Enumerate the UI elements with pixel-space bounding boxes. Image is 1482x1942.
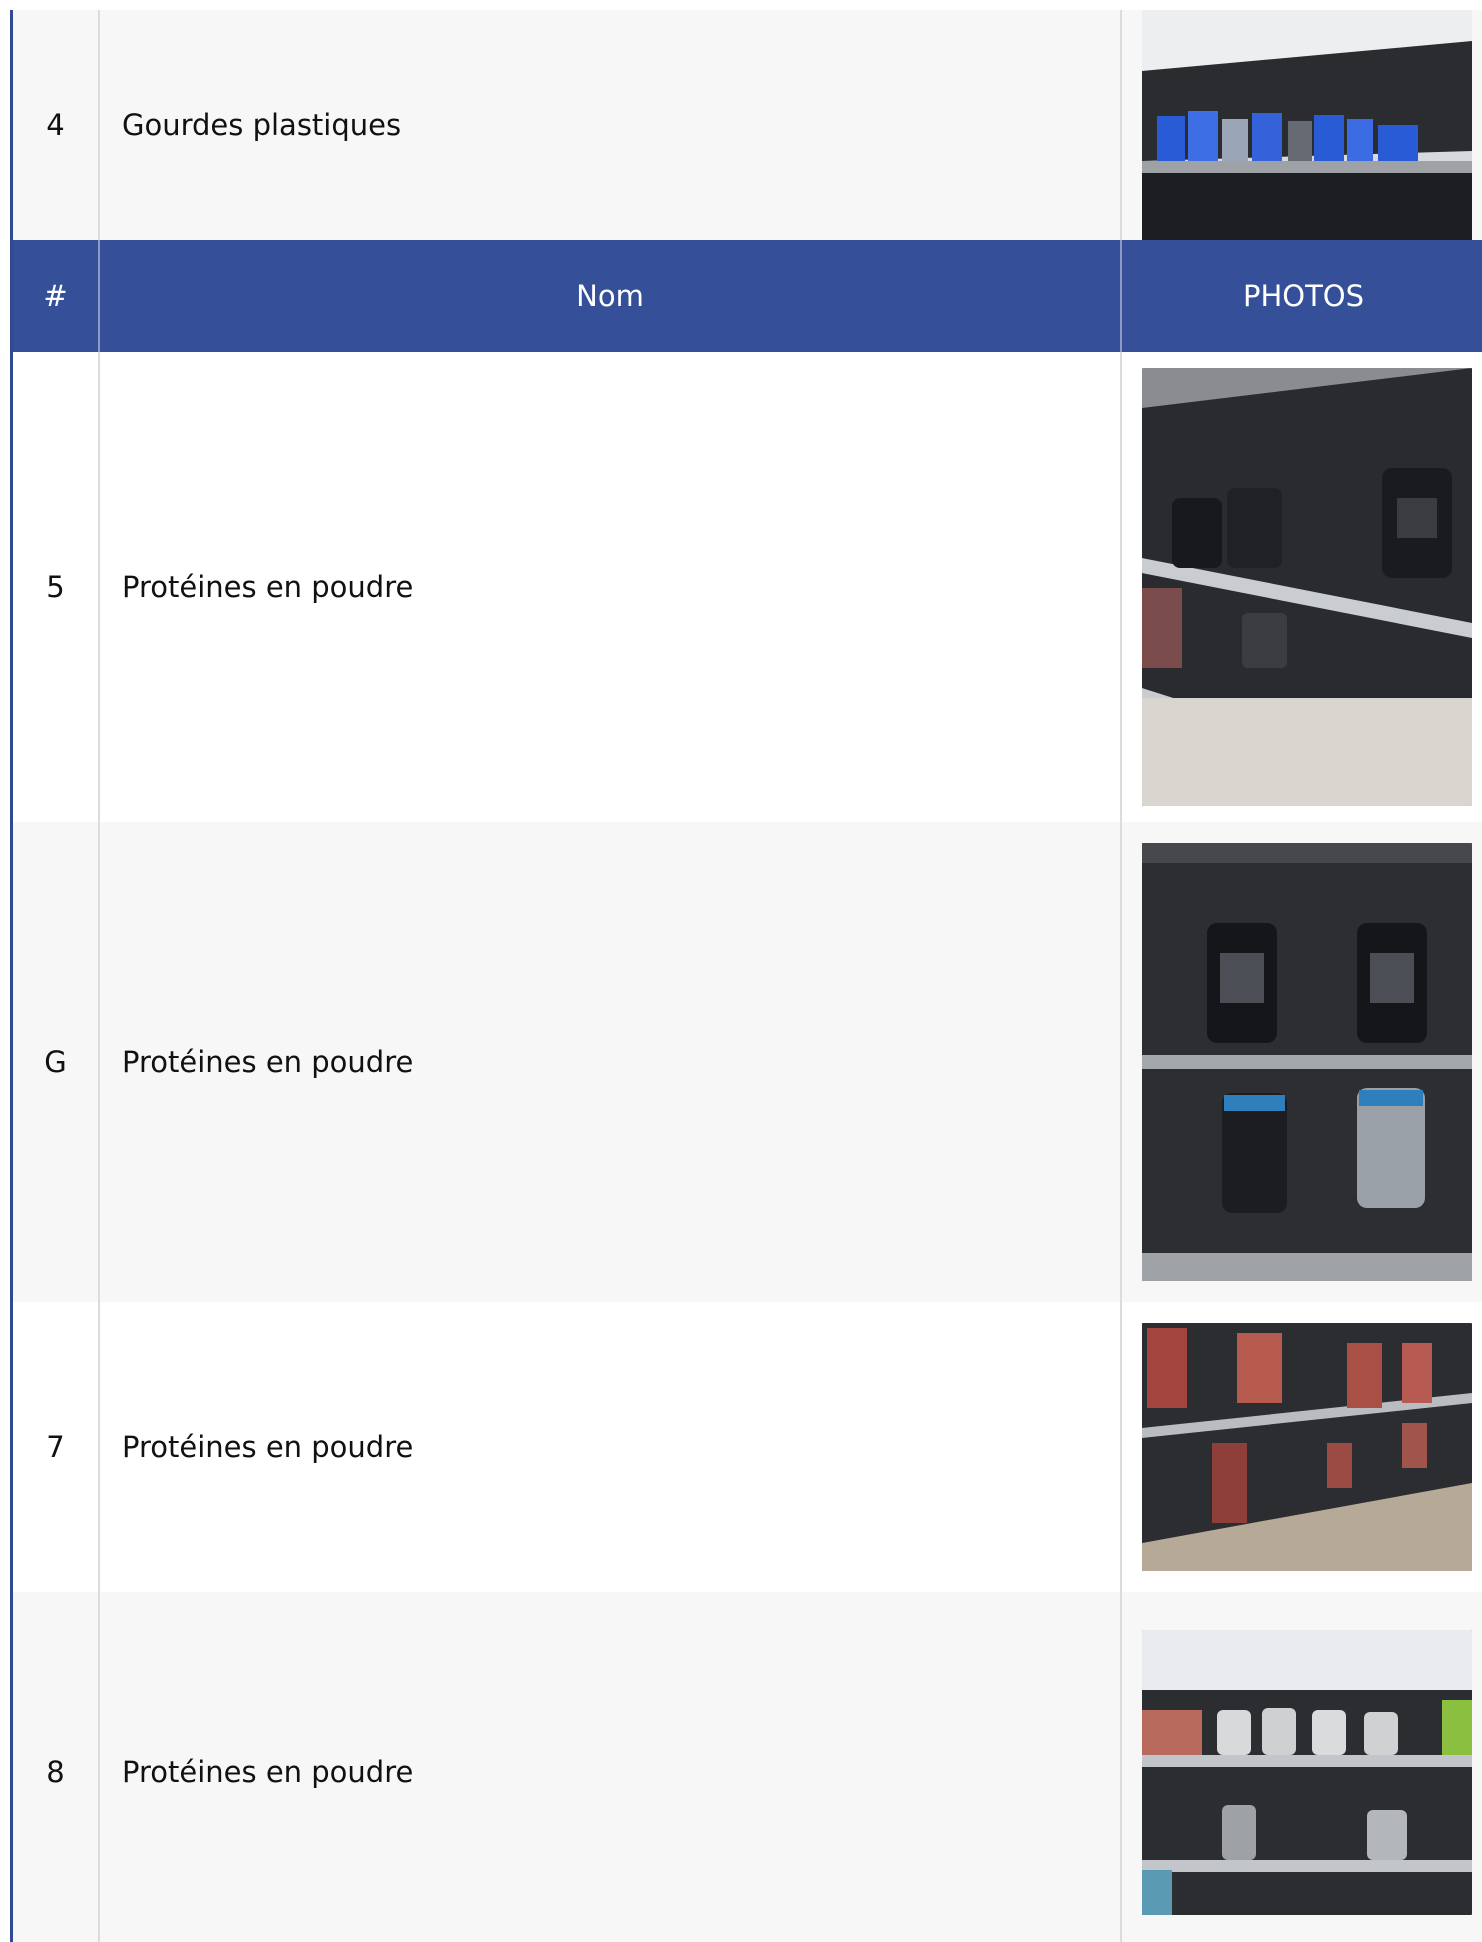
header-name: Nom — [100, 240, 1122, 352]
row-number: G — [13, 822, 100, 1302]
header-number: # — [13, 240, 100, 352]
row-number: 8 — [13, 1592, 100, 1942]
row-number: 4 — [13, 10, 100, 240]
table-row: G Protéines en poudre — [13, 822, 1482, 1302]
row-name: Protéines en poudre — [100, 1302, 1122, 1592]
row-number: 5 — [13, 352, 100, 822]
shelf-bottles-photo[interactable] — [1142, 10, 1472, 249]
row-photo-cell — [1122, 352, 1482, 822]
table-header: # Nom PHOTOS — [13, 240, 1482, 352]
row-name: Protéines en poudre — [100, 1592, 1122, 1942]
row-photo-cell — [1122, 10, 1482, 249]
table-row: 7 Protéines en poudre — [13, 1302, 1482, 1592]
shelf-protein-mixed-photo[interactable] — [1142, 1629, 1472, 1915]
row-name: Gourdes plastiques — [100, 10, 1122, 240]
row-photo-cell — [1122, 822, 1482, 1302]
shelf-protein-tubs-photo[interactable] — [1142, 368, 1472, 806]
row-name: Protéines en poudre — [100, 352, 1122, 822]
table-row: 8 Protéines en poudre — [13, 1592, 1482, 1942]
shelf-protein-bags-photo[interactable] — [1142, 1323, 1472, 1571]
table-row: 4 Gourdes plastiques — [13, 10, 1482, 249]
product-table: 4 Gourdes plastiques # Nom PHOTOS 5 Prot… — [10, 10, 1482, 1942]
table-row: 5 Protéines en poudre — [13, 352, 1482, 822]
header-photos: PHOTOS — [1242, 279, 1365, 313]
row-number: 7 — [13, 1302, 100, 1592]
row-photo-cell — [1122, 1592, 1482, 1942]
row-name: Protéines en poudre — [100, 822, 1122, 1302]
shelf-protein-tubs-photo[interactable] — [1142, 843, 1472, 1281]
row-photo-cell — [1122, 1302, 1482, 1592]
